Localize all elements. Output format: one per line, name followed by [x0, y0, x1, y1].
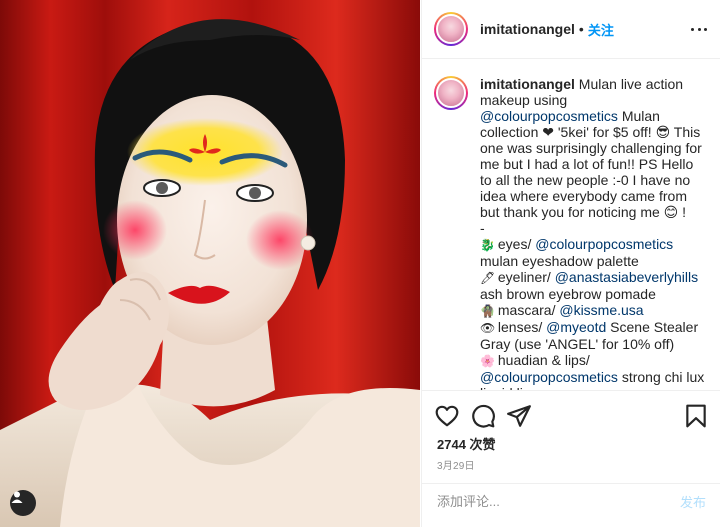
like-heart-icon[interactable] — [434, 403, 460, 429]
bookmark-icon[interactable] — [683, 403, 709, 429]
mention-link[interactable]: @colourpopcosmetics — [480, 108, 618, 124]
person-icon — [11, 491, 23, 503]
mention-link[interactable]: @myeotd — [546, 319, 606, 335]
item-text: eyeliner/ — [494, 269, 555, 285]
blossom-icon: 🌸 — [480, 354, 495, 368]
tagged-user-icon[interactable] — [10, 490, 36, 516]
caption-dash: - — [480, 220, 485, 236]
comment-icon[interactable] — [470, 403, 496, 429]
mention-link[interactable]: @colourpopcosmetics — [480, 369, 618, 385]
item-text: huadian & lips/ — [494, 352, 590, 368]
item-text: ash brown eyebrow pomade — [480, 286, 656, 302]
post-comment-button[interactable]: 发布 — [680, 492, 706, 511]
troll-icon: 🧌 — [480, 304, 495, 318]
mention-link[interactable]: @colourpopcosmetics — [535, 236, 673, 252]
item-text: mascara/ — [494, 302, 560, 318]
post-actions: 2744 次赞 3月29日 发布 — [422, 390, 720, 520]
share-icon[interactable] — [506, 403, 532, 429]
eye-icon: 👁 — [480, 321, 496, 335]
caption-username[interactable]: imitationangel — [480, 76, 575, 92]
dragon-icon: 🐉 — [480, 238, 495, 252]
item-text: lenses/ — [494, 319, 547, 335]
post-header: imitationangel • 关注 — [422, 0, 720, 59]
more-options-icon[interactable] — [691, 21, 707, 37]
mention-link[interactable]: @kissme.usa — [559, 302, 643, 318]
caption-line2: Mulan collection ❤ '5kei' for $5 off! 😎 … — [480, 108, 702, 220]
caption-avatar[interactable] — [434, 76, 468, 110]
post-photo[interactable] — [0, 0, 420, 527]
pen-icon: 🖊 — [480, 271, 496, 285]
likes-count[interactable]: 2744 次赞 — [437, 434, 496, 453]
separator-dot: • — [578, 21, 584, 37]
item-text: mulan eyeshadow palette — [480, 253, 639, 269]
caption-scroll-area[interactable]: imitationangel Mulan live action makeup … — [422, 60, 720, 390]
user-avatar[interactable] — [434, 12, 468, 46]
item-text: eyes/ — [494, 236, 536, 252]
post-date[interactable]: 3月29日 — [437, 457, 475, 472]
header-username[interactable]: imitationangel — [480, 21, 575, 37]
post-details-panel: imitationangel • 关注 imitationangel Mulan… — [421, 0, 720, 527]
follow-button[interactable]: 关注 — [588, 20, 614, 39]
comment-input[interactable] — [437, 493, 680, 509]
comment-box: 发布 — [422, 483, 720, 518]
mulan-portrait-illustration — [0, 0, 420, 527]
caption-text: imitationangel Mulan live action makeup … — [480, 76, 705, 390]
mention-link[interactable]: @anastasiabeverlyhills — [555, 269, 698, 285]
